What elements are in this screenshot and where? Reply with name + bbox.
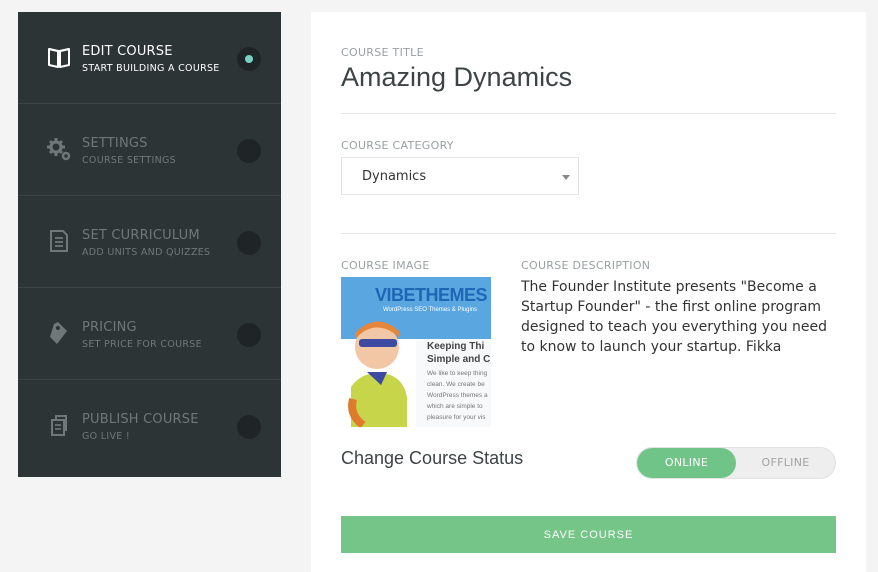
status-offline-option[interactable]: OFFLINE bbox=[736, 448, 835, 478]
step-status-dot bbox=[237, 323, 261, 347]
course-steps-sidebar: EDIT COURSE START BUILDING A COURSE SETT… bbox=[18, 12, 281, 477]
status-online-option[interactable]: ONLINE bbox=[637, 448, 736, 478]
chevron-down-icon bbox=[562, 175, 570, 180]
step-title: SETTINGS bbox=[82, 136, 148, 151]
course-category-select[interactable]: Dynamics bbox=[341, 157, 579, 195]
course-image-body-line: pleasure for your vis bbox=[427, 414, 486, 421]
course-image[interactable]: VIBETHEMES WordPress SEO Themes & Plugin… bbox=[341, 277, 491, 427]
step-status-dot bbox=[237, 415, 261, 439]
course-editor-panel: COURSE TITLE Amazing Dynamics COURSE CAT… bbox=[311, 12, 866, 572]
course-description[interactable]: The Founder Institute presents "Become a… bbox=[521, 277, 836, 357]
course-image-tagline: WordPress SEO Themes & Plugins bbox=[383, 307, 478, 313]
course-description-label: COURSE DESCRIPTION bbox=[521, 259, 651, 272]
gear-icon bbox=[46, 136, 72, 162]
document-icon bbox=[46, 228, 72, 254]
step-status-dot bbox=[237, 47, 261, 71]
step-subtitle: COURSE SETTINGS bbox=[82, 155, 176, 166]
step-settings[interactable]: SETTINGS COURSE SETTINGS bbox=[18, 104, 281, 196]
course-image-body-line: which are simple to bbox=[427, 403, 483, 410]
tag-icon bbox=[46, 320, 72, 346]
book-icon bbox=[46, 44, 72, 70]
step-subtitle: SET PRICE FOR COURSE bbox=[82, 339, 202, 350]
course-image-heading-line1: Keeping Thi bbox=[427, 341, 485, 352]
course-title[interactable]: Amazing Dynamics bbox=[341, 62, 572, 93]
change-status-label: Change Course Status bbox=[341, 448, 524, 468]
step-publish-course[interactable]: PUBLISH COURSE GO LIVE ! bbox=[18, 380, 281, 472]
step-subtitle: ADD UNITS AND QUIZZES bbox=[82, 247, 211, 258]
step-status-dot bbox=[237, 139, 261, 163]
course-image-body-line: clean. We create be bbox=[427, 381, 485, 388]
step-title: PUBLISH COURSE bbox=[82, 412, 199, 427]
publish-icon bbox=[46, 412, 72, 438]
step-subtitle: GO LIVE ! bbox=[82, 431, 130, 442]
step-edit-course[interactable]: EDIT COURSE START BUILDING A COURSE bbox=[18, 12, 281, 104]
course-image-heading-line2: Simple and C bbox=[427, 354, 491, 365]
step-title: EDIT COURSE bbox=[82, 44, 173, 59]
course-status-toggle[interactable]: ONLINE OFFLINE bbox=[636, 447, 836, 479]
step-title: SET CURRICULUM bbox=[82, 228, 200, 243]
step-subtitle: START BUILDING A COURSE bbox=[82, 63, 220, 74]
divider bbox=[341, 233, 836, 234]
divider bbox=[341, 113, 836, 114]
course-image-logo-text: VIBETHEMES bbox=[375, 285, 488, 305]
course-image-body-line: We like to keep thing bbox=[427, 370, 488, 377]
step-pricing[interactable]: PRICING SET PRICE FOR COURSE bbox=[18, 288, 281, 380]
course-title-label: COURSE TITLE bbox=[341, 46, 424, 59]
step-title: PRICING bbox=[82, 320, 137, 335]
step-status-dot bbox=[237, 231, 261, 255]
course-image-label: COURSE IMAGE bbox=[341, 259, 430, 272]
save-course-button[interactable]: SAVE COURSE bbox=[341, 516, 836, 553]
step-set-curriculum[interactable]: SET CURRICULUM ADD UNITS AND QUIZZES bbox=[18, 196, 281, 288]
course-image-body-line: WordPress themes a bbox=[427, 392, 488, 399]
course-category-value: Dynamics bbox=[362, 169, 427, 184]
course-category-label: COURSE CATEGORY bbox=[341, 139, 454, 152]
